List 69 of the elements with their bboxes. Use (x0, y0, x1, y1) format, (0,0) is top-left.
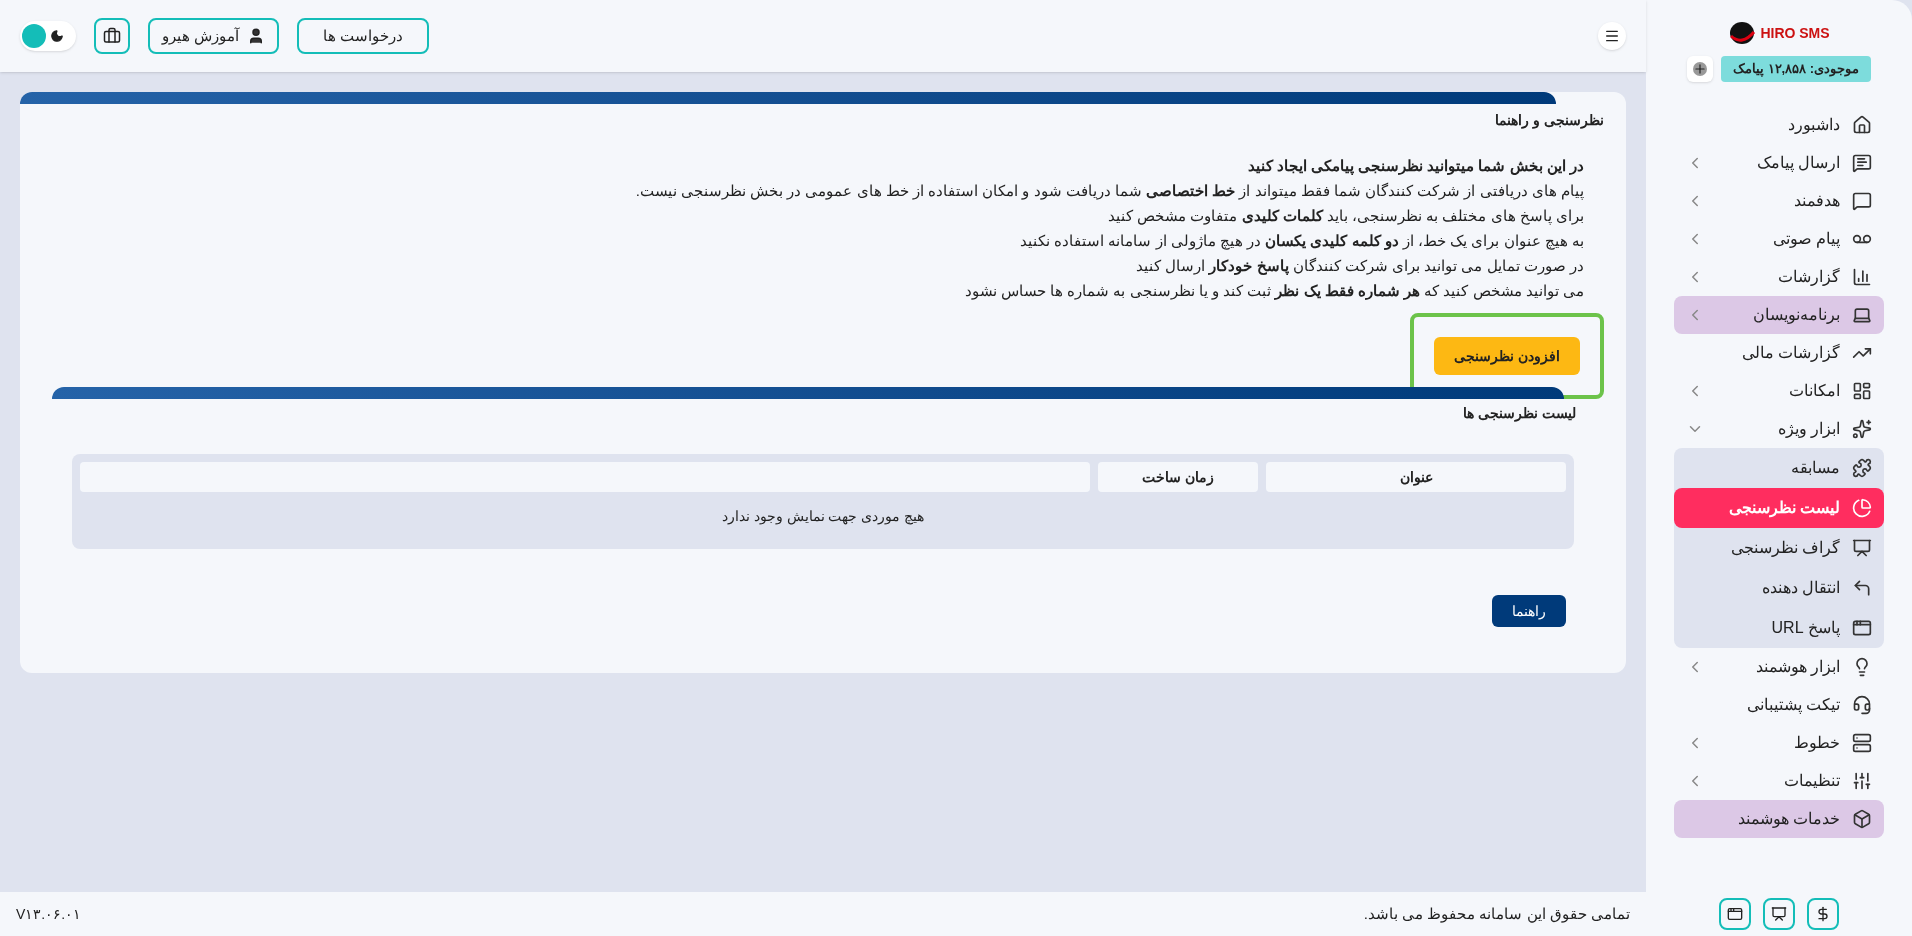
sidebar-item[interactable]: خطوط (1674, 724, 1884, 762)
logo-icon (1728, 20, 1757, 46)
add-survey-button[interactable]: افزودن نظرسنجی (1434, 337, 1580, 375)
home-icon (1852, 115, 1872, 135)
sidebar-item[interactable]: امکانات (1674, 372, 1884, 410)
submenu-item[interactable]: لیست نظرسنجی (1674, 488, 1884, 528)
sidebar-item[interactable]: تنظیمات (1674, 762, 1884, 800)
guide-heading: در این بخش شما میتوانید نظرسنجی پیامکی ایجاد کنید (1246, 156, 1584, 177)
sparkles-icon (1852, 419, 1872, 439)
briefcase-icon (103, 27, 121, 45)
headset-icon (1852, 695, 1872, 715)
presentation-icon (1771, 906, 1787, 922)
guide-text: برای پاسخ های مختلف به نظرسنجی، باید کلمات کلیدی متفاوت مشخص کنید (1107, 206, 1584, 227)
pie-chart-icon (1852, 498, 1872, 518)
window-button[interactable] (1719, 898, 1751, 930)
sidebar-item[interactable]: ارسال پیامک (1674, 144, 1884, 182)
sidebar-item[interactable]: پیام صوتی (1674, 220, 1884, 258)
chat-icon (1852, 191, 1872, 211)
plus-icon (1692, 62, 1707, 76)
box-icon (1852, 809, 1872, 829)
logo-text: HIRO SMS (1760, 23, 1830, 43)
moon-icon (50, 29, 64, 43)
presentation-icon (1852, 538, 1872, 558)
copyright-text: تمامی حقوق این سامانه محفوظ می باشد. (1363, 903, 1630, 925)
guide-text: می توانید مشخص کنید که هر شماره فقط یک نظر ثبت کند و یا نظرسنجی به شماره ها حساس نشود (963, 281, 1584, 302)
list-title: لیست نظرسنجی ها (1462, 404, 1577, 424)
window-icon (1852, 618, 1872, 638)
guide-title: نظرسنجی و راهنما (1494, 111, 1605, 131)
guide-text: پیام های دریافتی از شرکت کنندگان شما فقط میتواند از خط اختصاصی شما دریافت شود و امکان استفاده از خط های عمومی در بخش نظرسنجی نیست. (634, 181, 1584, 202)
presentation-button[interactable] (1763, 898, 1795, 930)
sliders-icon (1852, 771, 1872, 791)
chart-icon (1852, 267, 1872, 287)
sidebar-item[interactable]: داشبورد (1674, 106, 1884, 144)
submenu-item[interactable]: مسابقه (1674, 448, 1884, 488)
help-button[interactable]: راهنما (1492, 595, 1566, 627)
sidebar-item[interactable]: ابزار هوشمند (1674, 648, 1884, 686)
column-header: عنوان (1266, 462, 1566, 492)
window-icon (1727, 906, 1743, 922)
sidebar-item[interactable]: ابزار ویژه (1674, 410, 1884, 448)
sidebar-item[interactable]: برنامه‌نویسان (1674, 296, 1884, 334)
menu-button[interactable] (1598, 22, 1626, 50)
sidebar-item[interactable]: هدفمند (1674, 182, 1884, 220)
submenu-item[interactable]: پاسخ URL (1674, 608, 1884, 648)
theme-toggle[interactable] (20, 21, 76, 51)
add-credit-button[interactable] (1686, 56, 1713, 82)
laptop-icon (1852, 305, 1872, 325)
sidebar-item[interactable]: گزارشات (1674, 258, 1884, 296)
submenu-item[interactable]: انتقال دهنده (1674, 568, 1884, 608)
grid-icon (1852, 381, 1872, 401)
sidebar-item[interactable]: خدمات هوشمند (1674, 800, 1884, 838)
column-header: زمان ساخت (1098, 462, 1258, 492)
tutorial-button[interactable]: آموزش هیرو (148, 18, 280, 54)
requests-button[interactable]: درخواست ها (297, 18, 430, 54)
server-icon (1852, 733, 1872, 753)
submenu-item[interactable]: گراف نظرسنجی (1674, 528, 1884, 568)
guide-text: در صورت تمایل می توانید برای شرکت کنندگان پاسخ خودکار ارسال کنید (1135, 256, 1584, 277)
version-text: V۱۳.۰۶.۰۱ (16, 904, 82, 924)
menu-icon (1604, 28, 1620, 44)
sidebar-item[interactable]: تیکت پشتیبانی (1674, 686, 1884, 724)
empty-message: هیچ موردی جهت نمایش وجود ندارد (720, 507, 926, 527)
sidebar-item[interactable]: گزارشات مالی (1674, 334, 1884, 372)
guide-text: به هیچ عنوان برای یک خط، از دو کلمه کلیدی یکسان در هیچ ماژولی از سامانه استفاده نکنید (1019, 231, 1584, 252)
dollar-button[interactable] (1807, 898, 1839, 930)
message-icon (1852, 153, 1872, 173)
arrow-icon (1852, 578, 1872, 598)
dollar-icon (1815, 906, 1831, 922)
briefcase-button[interactable] (94, 18, 130, 54)
balance-badge: موجودی: ۱۲,۸۵۸ پیامک (1720, 56, 1872, 82)
puzzle-icon (1852, 458, 1872, 478)
